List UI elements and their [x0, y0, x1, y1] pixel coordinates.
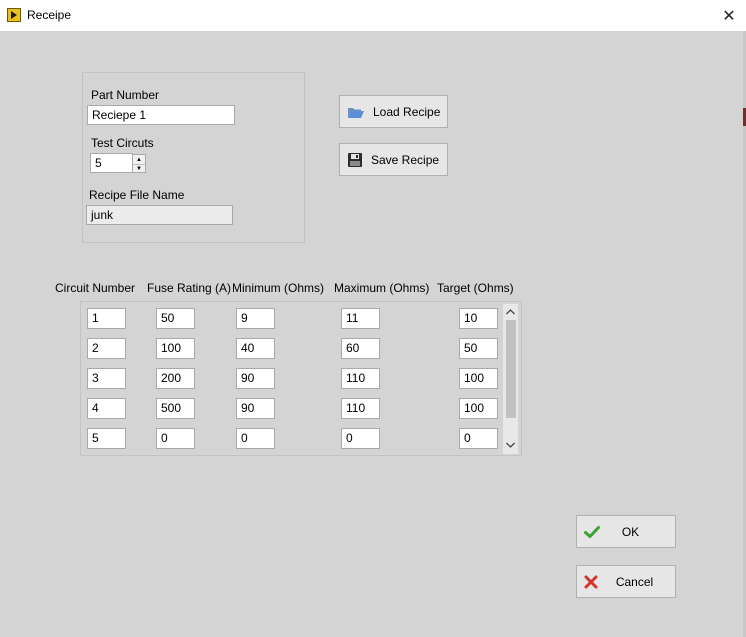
cell-max-4[interactable]: 110: [341, 398, 380, 419]
cell-fuse-3[interactable]: 200: [156, 368, 195, 389]
cell-min-1[interactable]: 9: [236, 308, 275, 329]
cancel-button[interactable]: Cancel: [576, 565, 676, 598]
header-target: Target (Ohms): [437, 281, 514, 295]
load-recipe-button[interactable]: Load Recipe: [339, 95, 448, 128]
test-circuits-label: Test Circuts: [91, 136, 154, 150]
test-circuits-input[interactable]: 5: [90, 153, 133, 173]
cell-circuit-1[interactable]: 1: [87, 308, 126, 329]
cell-max-2[interactable]: 60: [341, 338, 380, 359]
cell-max-5[interactable]: 0: [341, 428, 380, 449]
cell-fuse-1[interactable]: 50: [156, 308, 195, 329]
title-bar: Receipe ✕: [0, 0, 746, 31]
cell-max-3[interactable]: 110: [341, 368, 380, 389]
stepper-up-icon[interactable]: ▲: [133, 155, 145, 164]
recipe-file-label: Recipe File Name: [89, 188, 185, 202]
check-icon: [584, 525, 600, 539]
cell-target-1[interactable]: 10: [459, 308, 498, 329]
load-recipe-label: Load Recipe: [373, 104, 441, 119]
part-number-label: Part Number: [91, 88, 160, 102]
cell-target-4[interactable]: 100: [459, 398, 498, 419]
folder-open-icon: [347, 105, 365, 119]
header-circuit-number: Circuit Number: [55, 281, 136, 295]
circuit-table: [80, 301, 522, 456]
cell-min-5[interactable]: 0: [236, 428, 275, 449]
cell-target-5[interactable]: 0: [459, 428, 498, 449]
header-minimum: Minimum (Ohms): [232, 281, 324, 295]
floppy-disk-icon: [347, 152, 363, 168]
scroll-thumb[interactable]: [506, 320, 516, 418]
cell-circuit-4[interactable]: 4: [87, 398, 126, 419]
table-scrollbar[interactable]: [503, 304, 518, 454]
cell-fuse-4[interactable]: 500: [156, 398, 195, 419]
cell-min-4[interactable]: 90: [236, 398, 275, 419]
cell-min-2[interactable]: 40: [236, 338, 275, 359]
save-recipe-label: Save Recipe: [371, 152, 440, 167]
labview-icon: [7, 8, 21, 22]
ok-label: OK: [621, 524, 640, 539]
cell-target-3[interactable]: 100: [459, 368, 498, 389]
header-maximum: Maximum (Ohms): [334, 281, 430, 295]
cell-circuit-3[interactable]: 3: [87, 368, 126, 389]
header-fuse-rating: Fuse Rating (A): [147, 281, 232, 295]
scroll-down-icon[interactable]: [503, 438, 518, 452]
window-title: Receipe: [27, 8, 72, 22]
cell-fuse-5[interactable]: 0: [156, 428, 195, 449]
cell-min-3[interactable]: 90: [236, 368, 275, 389]
cell-circuit-2[interactable]: 2: [87, 338, 126, 359]
x-icon: [584, 575, 598, 589]
stepper-down-icon[interactable]: ▼: [133, 164, 145, 173]
test-circuits-stepper[interactable]: ▲ ▼: [132, 154, 146, 173]
save-recipe-button[interactable]: Save Recipe: [339, 143, 448, 176]
recipe-file-field: junk: [86, 205, 233, 225]
cell-circuit-5[interactable]: 5: [87, 428, 126, 449]
scroll-up-icon[interactable]: [503, 305, 518, 319]
close-icon[interactable]: ✕: [712, 0, 746, 31]
cell-max-1[interactable]: 11: [341, 308, 380, 329]
cell-target-2[interactable]: 50: [459, 338, 498, 359]
ok-button[interactable]: OK: [576, 515, 676, 548]
cell-fuse-2[interactable]: 100: [156, 338, 195, 359]
cancel-label: Cancel: [615, 574, 654, 589]
part-number-input[interactable]: Reciepe 1: [87, 105, 235, 125]
